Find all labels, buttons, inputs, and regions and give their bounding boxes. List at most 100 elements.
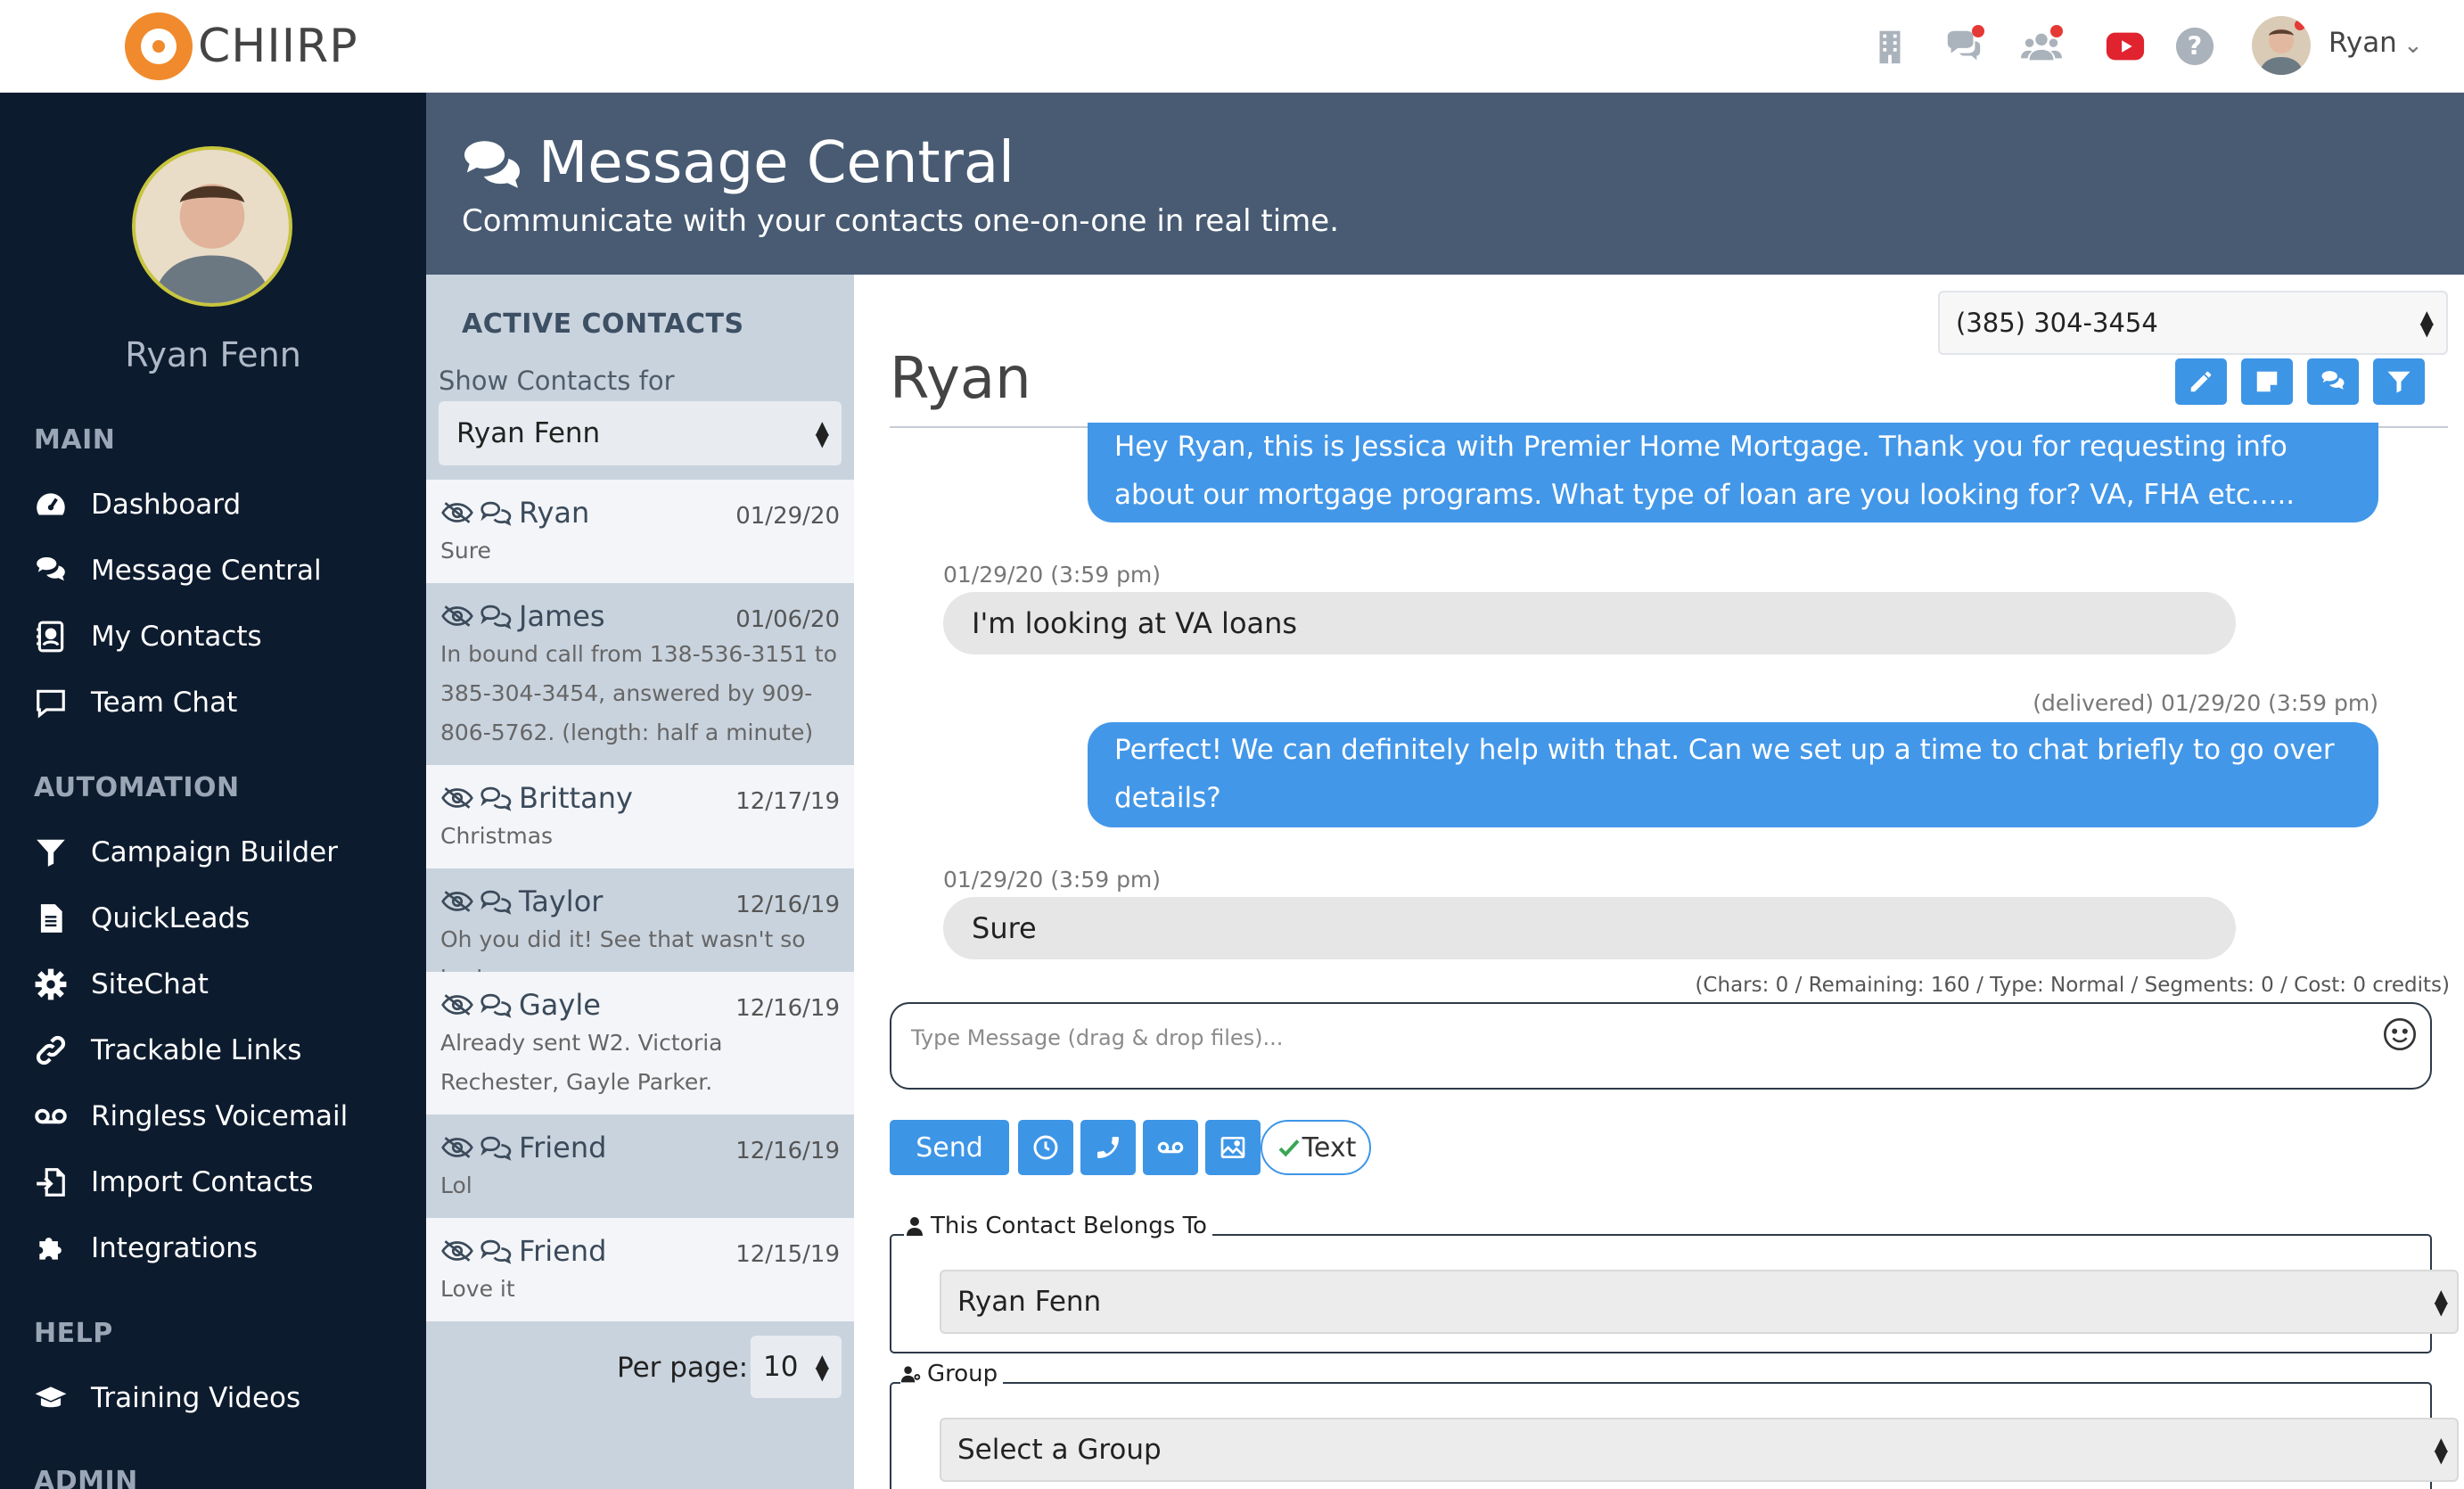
notes-button[interactable] xyxy=(2241,358,2293,405)
sidebar-item-my-contacts[interactable]: My Contacts xyxy=(34,610,408,663)
contact-name: Gayle xyxy=(519,988,601,1022)
contact-name: Friend xyxy=(519,1234,607,1268)
sidebar-item-label: QuickLeads xyxy=(91,902,251,934)
brand-logo[interactable]: CHIIRP xyxy=(125,11,358,82)
chat-icon[interactable] xyxy=(1940,23,1986,70)
youtube-icon[interactable] xyxy=(2102,23,2148,70)
voicemail-button[interactable] xyxy=(1143,1120,1198,1175)
filter-button[interactable] xyxy=(2373,358,2425,405)
comments-icon xyxy=(37,556,65,581)
eye-slash-icon xyxy=(441,1240,473,1262)
eye-slash-icon xyxy=(441,605,473,627)
message-bubble-incoming: Sure xyxy=(943,897,2236,959)
show-contacts-select[interactable]: Ryan Fenn ▲ ▼ xyxy=(439,401,842,465)
sidebar-item-quickleads[interactable]: QuickLeads xyxy=(34,892,408,945)
attach-image-button[interactable] xyxy=(1205,1120,1261,1175)
sidebar-item-message-central[interactable]: Message Central xyxy=(34,544,408,597)
notification-dot xyxy=(2295,20,2305,30)
team-icon[interactable] xyxy=(2018,23,2065,70)
contact-item[interactable]: James 01/06/20 In bound call from 138-53… xyxy=(426,583,854,765)
message-bubble-outgoing: Perfect! We can definitely help with tha… xyxy=(1088,722,2378,827)
contact-date: 12/17/19 xyxy=(735,788,840,815)
contact-item[interactable]: Gayle 12/16/19 Already sent W2. Victoria… xyxy=(426,972,854,1115)
sidebar-item-team-chat[interactable]: Team Chat xyxy=(34,676,408,729)
eye-slash-icon xyxy=(441,891,473,912)
graduation-cap-icon xyxy=(35,1386,67,1408)
select-arrows-icon: ▲ ▼ xyxy=(815,416,829,450)
message-input[interactable]: Type Message (drag & drop files)... xyxy=(890,1002,2432,1090)
schedule-button[interactable] xyxy=(1018,1120,1073,1175)
sidebar-item-campaign-builder[interactable]: Campaign Builder xyxy=(34,826,408,879)
edit-contact-button[interactable] xyxy=(2175,358,2227,405)
contact-date: 12/16/19 xyxy=(735,892,840,918)
active-contacts-title: ACTIVE CONTACTS xyxy=(462,308,744,340)
comments-outline-icon xyxy=(480,1239,512,1264)
sidebar-item-label: Import Contacts xyxy=(91,1166,314,1198)
help-icon[interactable]: ? xyxy=(2172,23,2218,70)
text-mode-label: Text xyxy=(1302,1131,1357,1164)
text-mode-toggle[interactable]: Text xyxy=(1261,1120,1371,1175)
contact-name: Friend xyxy=(519,1131,607,1164)
pencil-icon xyxy=(2190,371,2212,392)
select-arrows-icon: ▲ ▼ xyxy=(2434,1433,2448,1467)
check-icon xyxy=(1278,1139,1300,1157)
contact-owner-select[interactable]: Ryan Fenn ▲ ▼ xyxy=(940,1270,2459,1334)
contact-date: 12/15/19 xyxy=(735,1241,840,1268)
sidebar-item-sitechat[interactable]: SiteChat xyxy=(34,958,408,1011)
contact-item[interactable]: Brittany 12/17/19 Christmas xyxy=(426,765,854,868)
gear-icon xyxy=(35,968,67,1000)
per-page-select[interactable]: 10 ▲ ▼ xyxy=(751,1336,842,1398)
chevron-down-icon[interactable]: ⌄ xyxy=(2403,32,2423,59)
svg-text:?: ? xyxy=(2188,31,2203,62)
page-header: Message Central Communicate with your co… xyxy=(426,93,2464,275)
contact-item[interactable]: Friend 12/16/19 Lol xyxy=(426,1115,854,1218)
phone-number-value: (385) 304-3454 xyxy=(1956,308,2158,338)
contact-item[interactable]: Taylor 12/16/19 Oh you did it! See that … xyxy=(426,868,854,991)
send-button[interactable]: Send xyxy=(890,1120,1009,1175)
comments-outline-icon xyxy=(480,501,512,526)
sidebar-item-dashboard[interactable]: Dashboard xyxy=(34,478,408,531)
contact-preview: Christmas xyxy=(440,823,554,849)
conversation-button[interactable] xyxy=(2307,358,2359,405)
contact-item[interactable]: Friend 12/15/19 Love it xyxy=(426,1218,854,1321)
sidebar-item-label: Message Central xyxy=(91,555,322,587)
emoji-icon[interactable] xyxy=(2382,1016,2418,1052)
show-contacts-value: Ryan Fenn xyxy=(456,417,601,449)
user-avatar[interactable] xyxy=(2252,16,2311,75)
contact-preview: Lol xyxy=(440,1172,472,1198)
sidebar: Ryan Fenn MAIN Dashboard Message Central… xyxy=(0,93,426,1489)
message-bubble-incoming: I'm looking at VA loans xyxy=(943,592,2236,654)
per-page-value: 10 xyxy=(763,1351,799,1383)
comments-icon xyxy=(2321,371,2345,390)
sidebar-item-trackable-links[interactable]: Trackable Links xyxy=(34,1024,408,1077)
sidebar-item-label: Ringless Voicemail xyxy=(91,1100,349,1132)
building-icon[interactable] xyxy=(1867,23,1913,70)
notification-dot xyxy=(2050,25,2063,37)
sidebar-item-label: SiteChat xyxy=(91,968,209,1000)
select-arrows-icon: ▲ ▼ xyxy=(2419,306,2434,340)
phone-number-select[interactable]: (385) 304-3454 ▲ ▼ xyxy=(1938,291,2448,355)
puzzle-icon xyxy=(39,1238,62,1260)
contact-date: 12/16/19 xyxy=(735,1138,840,1164)
group-select[interactable]: Select a Group ▲ ▼ xyxy=(940,1418,2459,1482)
call-button[interactable] xyxy=(1080,1120,1136,1175)
user-menu-label[interactable]: Ryan xyxy=(2328,27,2397,59)
sidebar-item-ringless-voicemail[interactable]: Ringless Voicemail xyxy=(34,1090,408,1143)
page-subtitle: Communicate with your contacts one-on-on… xyxy=(462,203,1340,239)
sidebar-item-training-videos[interactable]: Training Videos xyxy=(34,1371,408,1425)
link-icon xyxy=(36,1035,66,1065)
contact-owner-value: Ryan Fenn xyxy=(957,1286,1102,1318)
sidebar-item-import-contacts[interactable]: Import Contacts xyxy=(34,1156,408,1209)
group-fieldset: Select a Group ▲ ▼ xyxy=(890,1382,2459,1489)
sidebar-item-integrations[interactable]: Integrations xyxy=(34,1222,408,1275)
select-arrows-icon: ▲ ▼ xyxy=(2434,1285,2448,1319)
comments-outline-icon xyxy=(480,605,512,629)
contact-date: 12/16/19 xyxy=(735,995,840,1022)
sidebar-item-label: Dashboard xyxy=(91,489,242,521)
chat-bubble-icon xyxy=(37,689,65,719)
contact-name: James xyxy=(519,599,605,633)
user-group-icon xyxy=(900,1366,921,1383)
message-input-placeholder: Type Message (drag & drop files)... xyxy=(911,1025,1284,1050)
contact-item[interactable]: Ryan 01/29/20 Sure xyxy=(426,480,854,583)
show-contacts-label: Show Contacts for xyxy=(439,366,675,396)
